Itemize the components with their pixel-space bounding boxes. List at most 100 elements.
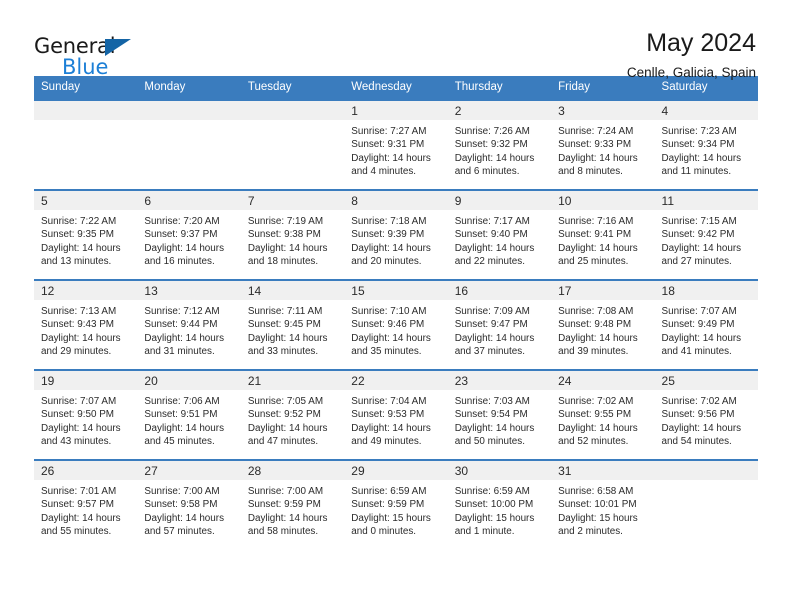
sunrise-text: Sunrise: 7:12 AM: [144, 306, 220, 317]
day-details: Sunrise: 7:27 AM Sunset: 9:31 PM Daylight:…: [344, 120, 447, 179]
daylight-text-line2: and 55 minutes.: [41, 526, 112, 538]
calendar-day-cell[interactable]: 16 Sunrise: 7:09 AM Sunset: 9:47 PM Dayligh…: [447, 279, 552, 370]
sunset-text: Sunset: 10:00 PM: [454, 499, 534, 511]
day-number: 21: [240, 371, 345, 390]
calendar-week-row: 26 Sunrise: 7:01 AM Sunset: 9:57 PM Dayligh…: [34, 459, 758, 550]
logo-text-blue: Blue: [62, 55, 109, 79]
calendar-day-cell[interactable]: 17 Sunrise: 7:08 AM Sunset: 9:48 PM Dayligh…: [551, 279, 655, 370]
day-number: 16: [447, 281, 552, 300]
calendar-day-cell[interactable]: 15 Sunrise: 7:10 AM Sunset: 9:46 PM Dayligh…: [344, 279, 448, 370]
page-subtitle-location: Cenlle, Galicia, Spain: [626, 65, 756, 81]
calendar-day-cell[interactable]: 26 Sunrise: 7:01 AM Sunset: 9:57 PM Dayligh…: [34, 459, 138, 550]
calendar-day-cell[interactable]: 5 Sunrise: 7:22 AM Sunset: 9:35 PM Daylight…: [34, 189, 138, 280]
daylight-text-line1: Daylight: 14 hours: [454, 242, 535, 254]
daylight-text-line2: and 6 minutes.: [454, 166, 520, 178]
sunrise-text: Sunrise: 7:20 AM: [144, 216, 220, 227]
calendar-day-cell-empty: [240, 99, 345, 190]
sunrise-text: Sunrise: 6:59 AM: [454, 486, 530, 497]
day-number: [240, 101, 345, 120]
day-number: 26: [34, 461, 138, 480]
daylight-text-line2: and 39 minutes.: [558, 346, 629, 358]
day-number: 25: [654, 371, 758, 390]
calendar-day-cell-empty: [137, 99, 241, 190]
daylight-text-line2: and 50 minutes.: [454, 436, 525, 448]
calendar-day-cell[interactable]: 19 Sunrise: 7:07 AM Sunset: 9:50 PM Dayligh…: [34, 369, 138, 460]
calendar-day-cell[interactable]: 3 Sunrise: 7:24 AM Sunset: 9:33 PM Daylight…: [551, 99, 655, 190]
calendar-day-cell[interactable]: 11 Sunrise: 7:15 AM Sunset: 9:42 PM Dayligh…: [654, 189, 758, 280]
calendar-day-cell[interactable]: 9 Sunrise: 7:17 AM Sunset: 9:40 PM Daylight…: [447, 189, 552, 280]
sunrise-text: Sunrise: 7:07 AM: [661, 306, 737, 317]
calendar-day-cell[interactable]: 30 Sunrise: 6:59 AM Sunset: 10:00 PM Daylig…: [447, 459, 552, 550]
calendar-day-cell[interactable]: 13 Sunrise: 7:12 AM Sunset: 9:44 PM Dayligh…: [137, 279, 241, 370]
daylight-text-line2: and 52 minutes.: [558, 436, 629, 448]
calendar-day-cell[interactable]: 22 Sunrise: 7:04 AM Sunset: 9:53 PM Dayligh…: [344, 369, 448, 460]
calendar-day-cell[interactable]: 4 Sunrise: 7:23 AM Sunset: 9:34 PM Daylight…: [654, 99, 758, 190]
calendar-day-cell[interactable]: 20 Sunrise: 7:06 AM Sunset: 9:51 PM Dayligh…: [137, 369, 241, 460]
day-number: 29: [344, 461, 448, 480]
calendar-day-cell[interactable]: 18 Sunrise: 7:07 AM Sunset: 9:49 PM Dayligh…: [654, 279, 758, 370]
sunrise-sunset-calendar: Sunday Monday Tuesday Wednesday Thursday…: [34, 76, 758, 550]
day-number: 24: [551, 371, 655, 390]
calendar-day-cell[interactable]: 29 Sunrise: 6:59 AM Sunset: 9:59 PM Dayligh…: [344, 459, 448, 550]
daylight-text-line2: and 18 minutes.: [247, 256, 319, 268]
daylight-text-line2: and 47 minutes.: [247, 436, 319, 448]
daylight-text-line1: Daylight: 14 hours: [41, 422, 121, 434]
calendar-day-cell[interactable]: 24 Sunrise: 7:02 AM Sunset: 9:55 PM Dayligh…: [551, 369, 655, 460]
calendar-day-cell[interactable]: 28 Sunrise: 7:00 AM Sunset: 9:59 PM Dayligh…: [240, 459, 345, 550]
day-details: Sunrise: 7:23 AM Sunset: 9:34 PM Daylight:…: [655, 120, 758, 179]
calendar-day-cell[interactable]: 31 Sunrise: 6:58 AM Sunset: 10:01 PM Daylig…: [551, 459, 655, 550]
calendar-day-cell[interactable]: 2 Sunrise: 7:26 AM Sunset: 9:32 PM Daylight…: [447, 99, 552, 190]
sunrise-text: Sunrise: 7:07 AM: [41, 396, 117, 407]
day-details: Sunrise: 7:00 AM Sunset: 9:58 PM Daylight:…: [137, 480, 240, 539]
calendar-week-row: 12 Sunrise: 7:13 AM Sunset: 9:43 PM Dayligh…: [34, 279, 758, 370]
calendar-day-cell[interactable]: 21 Sunrise: 7:05 AM Sunset: 9:52 PM Dayligh…: [240, 369, 345, 460]
calendar-day-cell[interactable]: 8 Sunrise: 7:18 AM Sunset: 9:39 PM Daylight…: [344, 189, 448, 280]
calendar-day-cell-empty: [654, 459, 758, 550]
sunset-text: Sunset: 9:34 PM: [661, 139, 735, 151]
sunset-text: Sunset: 9:58 PM: [144, 499, 218, 511]
calendar-day-cell[interactable]: 1 Sunrise: 7:27 AM Sunset: 9:31 PM Daylight…: [344, 99, 448, 190]
calendar-day-cell[interactable]: 14 Sunrise: 7:11 AM Sunset: 9:45 PM Dayligh…: [240, 279, 345, 370]
day-number: 31: [551, 461, 655, 480]
sunrise-text: Sunrise: 7:27 AM: [351, 126, 427, 137]
daylight-text-line1: Daylight: 14 hours: [454, 422, 535, 434]
daylight-text-line1: Daylight: 14 hours: [351, 422, 431, 434]
sunrise-text: Sunrise: 7:00 AM: [144, 486, 220, 497]
day-number: 30: [447, 461, 552, 480]
day-number: 10: [551, 191, 655, 210]
calendar-day-cell[interactable]: 27 Sunrise: 7:00 AM Sunset: 9:58 PM Dayligh…: [137, 459, 241, 550]
daylight-text-line2: and 31 minutes.: [144, 346, 215, 358]
sunset-text: Sunset: 9:45 PM: [247, 319, 321, 331]
day-number: 18: [654, 281, 758, 300]
daylight-text-line1: Daylight: 14 hours: [661, 152, 742, 164]
calendar-day-cell[interactable]: 6 Sunrise: 7:20 AM Sunset: 9:37 PM Daylight…: [137, 189, 241, 280]
daylight-text-line2: and 25 minutes.: [558, 256, 629, 268]
day-number: 9: [447, 191, 552, 210]
sunrise-text: Sunrise: 7:02 AM: [661, 396, 737, 407]
calendar-day-cell[interactable]: 7 Sunrise: 7:19 AM Sunset: 9:38 PM Daylight…: [240, 189, 345, 280]
day-number: 4: [654, 101, 758, 120]
daylight-text-line1: Daylight: 14 hours: [454, 332, 535, 344]
day-details: Sunrise: 7:03 AM Sunset: 9:54 PM Daylight:…: [448, 390, 551, 449]
sunset-text: Sunset: 9:48 PM: [558, 319, 632, 331]
daylight-text-line1: Daylight: 14 hours: [41, 332, 121, 344]
calendar-day-cell[interactable]: 10 Sunrise: 7:16 AM Sunset: 9:41 PM Dayligh…: [551, 189, 655, 280]
daylight-text-line1: Daylight: 14 hours: [247, 332, 328, 344]
calendar-day-cell[interactable]: 25 Sunrise: 7:02 AM Sunset: 9:56 PM Dayligh…: [654, 369, 758, 460]
sunset-text: Sunset: 9:35 PM: [41, 229, 115, 241]
sunrise-text: Sunrise: 7:26 AM: [454, 126, 530, 137]
sunset-text: Sunset: 9:41 PM: [558, 229, 632, 241]
daylight-text-line2: and 0 minutes.: [351, 526, 417, 538]
daylight-text-line1: Daylight: 14 hours: [144, 242, 225, 254]
daylight-text-line1: Daylight: 14 hours: [661, 242, 742, 254]
day-number: 6: [137, 191, 241, 210]
sunset-text: Sunset: 9:40 PM: [454, 229, 528, 241]
day-number: 1: [344, 101, 448, 120]
day-number: 22: [344, 371, 448, 390]
day-number: [654, 461, 758, 480]
calendar-day-cell[interactable]: 12 Sunrise: 7:13 AM Sunset: 9:43 PM Dayligh…: [34, 279, 138, 370]
sunset-text: Sunset: 10:01 PM: [558, 499, 637, 511]
day-details: Sunrise: 7:26 AM Sunset: 9:32 PM Daylight:…: [448, 120, 551, 179]
day-number: 20: [137, 371, 241, 390]
calendar-day-cell[interactable]: 23 Sunrise: 7:03 AM Sunset: 9:54 PM Dayligh…: [447, 369, 552, 460]
